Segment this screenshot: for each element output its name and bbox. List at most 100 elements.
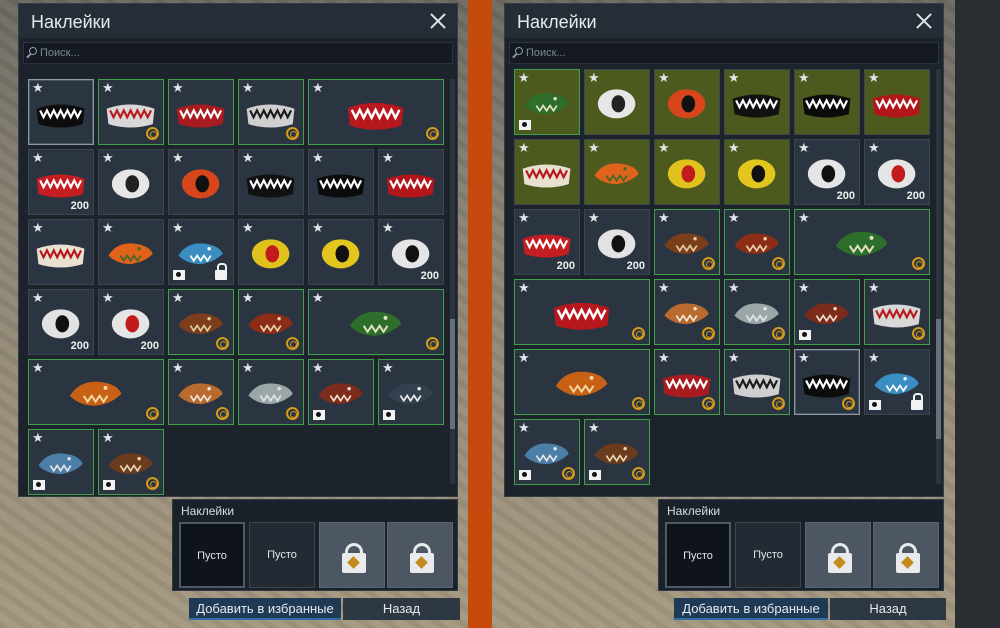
favorite-star-icon[interactable]: ★ <box>658 351 670 364</box>
favorite-star-icon[interactable]: ★ <box>172 81 184 94</box>
favorite-star-icon[interactable]: ★ <box>658 211 670 224</box>
decal-tile-shark-mouth-white[interactable]: ★ <box>98 79 164 145</box>
favorite-star-icon[interactable]: ★ <box>518 281 530 294</box>
favorite-star-icon[interactable]: ★ <box>242 81 254 94</box>
favorite-star-icon[interactable]: ★ <box>868 351 880 364</box>
decal-tile-yellow-eye-slit[interactable]: ★ <box>654 139 720 205</box>
favorite-star-icon[interactable]: ★ <box>172 221 184 234</box>
decal-tile-lamprey[interactable]: ★ <box>308 359 374 425</box>
decal-tile-white-eye-2[interactable]: ★ 200 <box>28 289 94 355</box>
decal-tile-shark-mouth-white[interactable]: ★ <box>864 279 930 345</box>
favorite-star-icon[interactable]: ★ <box>798 211 810 224</box>
decal-tile-snake-head[interactable]: ★ <box>514 349 650 415</box>
decal-tile-shark-mouth-black[interactable]: ★ <box>28 79 94 145</box>
decal-tile-shark-mouth-white2[interactable]: ★ <box>724 349 790 415</box>
favorite-star-icon[interactable]: ★ <box>728 281 740 294</box>
decal-tile-shark-mouth-red[interactable]: ★ <box>168 79 234 145</box>
favorite-star-icon[interactable]: ★ <box>798 71 810 84</box>
decal-tile-red-eye-2[interactable]: ★ 200 <box>864 139 930 205</box>
favorite-star-icon[interactable]: ★ <box>242 291 254 304</box>
decal-slot-2[interactable]: Пусто <box>735 522 801 588</box>
scrollbar-thumb[interactable] <box>450 319 455 429</box>
decal-tile-shark-mouth-grey[interactable]: ★ 200 <box>28 149 94 215</box>
decal-tile-red-eye[interactable]: ★ <box>168 149 234 215</box>
decal-tile-bear-head[interactable]: ★ <box>168 289 234 355</box>
favorite-star-icon[interactable]: ★ <box>102 291 114 304</box>
decal-tile-white-eye[interactable]: ★ <box>98 149 164 215</box>
decal-tile-white-eye-big[interactable]: ★ 200 <box>794 139 860 205</box>
favorite-star-icon[interactable]: ★ <box>518 141 530 154</box>
favorite-star-icon[interactable]: ★ <box>312 151 324 164</box>
decal-tile-shark-mouth-grey[interactable]: ★ 200 <box>514 209 580 275</box>
decal-tile-long-shark-mouth[interactable]: ★ <box>514 279 650 345</box>
back-button[interactable]: Назад <box>830 598 946 620</box>
decal-tile-long-shark-mouth[interactable]: ★ <box>308 79 444 145</box>
decal-tile-shark-teeth-black2[interactable]: ★ <box>308 149 374 215</box>
decal-tile-snake-head[interactable]: ★ <box>28 359 164 425</box>
favorite-star-icon[interactable]: ★ <box>32 431 44 444</box>
favorite-star-icon[interactable]: ★ <box>658 281 670 294</box>
favorite-star-icon[interactable]: ★ <box>518 71 530 84</box>
add-to-favorites-button[interactable]: Добавить в избранные <box>189 598 341 620</box>
favorite-star-icon[interactable]: ★ <box>312 221 324 234</box>
favorite-star-icon[interactable]: ★ <box>102 431 114 444</box>
favorite-star-icon[interactable]: ★ <box>658 71 670 84</box>
favorite-star-icon[interactable]: ★ <box>518 421 530 434</box>
scrollbar[interactable] <box>936 69 941 484</box>
favorite-star-icon[interactable]: ★ <box>518 351 530 364</box>
decal-tile-bear-head[interactable]: ★ <box>654 209 720 275</box>
decal-tile-fang-jaw[interactable]: ★ <box>514 139 580 205</box>
favorite-star-icon[interactable]: ★ <box>588 421 600 434</box>
search-input[interactable] <box>526 45 826 61</box>
decal-tile-red-eye[interactable]: ★ <box>654 69 720 135</box>
decal-tile-boar-head[interactable]: ★ <box>724 209 790 275</box>
decal-tile-tiger-head[interactable]: ★ <box>654 279 720 345</box>
decal-tile-white-eye[interactable]: ★ <box>584 69 650 135</box>
favorite-star-icon[interactable]: ★ <box>588 71 600 84</box>
decal-tile-white-eye-2[interactable]: ★ 200 <box>584 209 650 275</box>
decal-tile-yellow-eye[interactable]: ★ <box>308 219 374 285</box>
search-input[interactable] <box>40 45 340 61</box>
decal-slot-4-locked[interactable] <box>387 522 453 588</box>
decal-tile-shark-teeth-black[interactable]: ★ <box>724 69 790 135</box>
favorite-star-icon[interactable]: ★ <box>32 291 44 304</box>
favorite-star-icon[interactable]: ★ <box>312 291 324 304</box>
decal-tile-eagle-head[interactable]: ★ <box>584 139 650 205</box>
decal-tile-brown-creature[interactable]: ★ <box>584 419 650 485</box>
decal-tile-shark-mouth-black[interactable]: ★ <box>794 349 860 415</box>
decal-tile-tiger-head[interactable]: ★ <box>168 359 234 425</box>
favorite-star-icon[interactable]: ★ <box>588 141 600 154</box>
favorite-star-icon[interactable]: ★ <box>728 351 740 364</box>
favorite-star-icon[interactable]: ★ <box>728 141 740 154</box>
decal-tile-lamprey[interactable]: ★ <box>794 279 860 345</box>
favorite-star-icon[interactable]: ★ <box>382 151 394 164</box>
decal-tile-wolf-head[interactable]: ★ <box>238 359 304 425</box>
decal-tile-shark-teeth-red[interactable]: ★ <box>378 149 444 215</box>
decal-tile-blue-fish[interactable]: ★ <box>28 429 94 495</box>
decal-tile-yellow-eye[interactable]: ★ <box>724 139 790 205</box>
decal-tile-yellow-eye-slit[interactable]: ★ <box>238 219 304 285</box>
scrollbar[interactable] <box>450 79 455 484</box>
favorite-star-icon[interactable]: ★ <box>102 151 114 164</box>
favorite-star-icon[interactable]: ★ <box>32 81 44 94</box>
favorite-star-icon[interactable]: ★ <box>172 151 184 164</box>
search-box[interactable] <box>23 42 453 64</box>
favorite-star-icon[interactable]: ★ <box>312 81 324 94</box>
decal-tile-eagle-head[interactable]: ★ <box>98 219 164 285</box>
decal-tile-croc-olive[interactable]: ★ <box>514 69 580 135</box>
decal-tile-shark-teeth-red[interactable]: ★ <box>864 69 930 135</box>
decal-slot-1[interactable]: Пусто <box>179 522 245 588</box>
decal-tile-blue-fish[interactable]: ★ <box>514 419 580 485</box>
decal-slot-2[interactable]: Пусто <box>249 522 315 588</box>
favorite-star-icon[interactable]: ★ <box>382 361 394 374</box>
back-button[interactable]: Назад <box>343 598 460 620</box>
favorite-star-icon[interactable]: ★ <box>868 281 880 294</box>
favorite-star-icon[interactable]: ★ <box>242 151 254 164</box>
close-icon[interactable] <box>427 10 449 32</box>
decal-tile-white-eye-big[interactable]: ★ 200 <box>378 219 444 285</box>
decal-tile-shark-mouth-white2[interactable]: ★ <box>238 79 304 145</box>
decal-tile-dark-shark[interactable]: ★ <box>378 359 444 425</box>
favorite-star-icon[interactable]: ★ <box>798 281 810 294</box>
decal-slot-4-locked[interactable] <box>873 522 939 588</box>
decal-tile-boar-head[interactable]: ★ <box>238 289 304 355</box>
